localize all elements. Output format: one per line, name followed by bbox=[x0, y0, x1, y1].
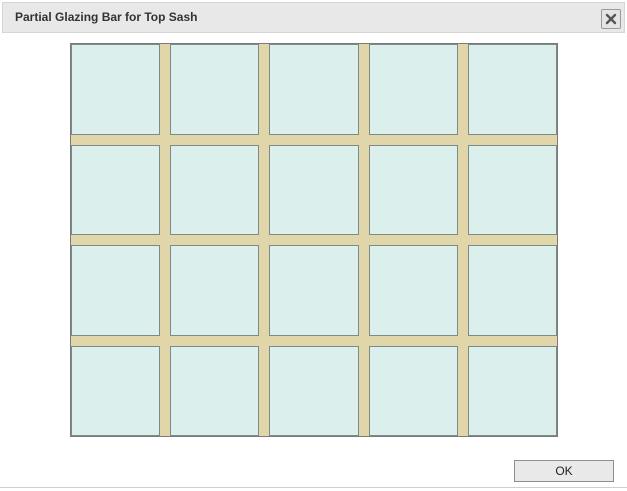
ok-button[interactable]: OK bbox=[514, 460, 614, 482]
glass-pane bbox=[269, 345, 359, 436]
glass-pane bbox=[170, 345, 260, 436]
glass-pane bbox=[368, 144, 458, 235]
glass-pane bbox=[368, 345, 458, 436]
glass-pane bbox=[467, 144, 557, 235]
glass-pane bbox=[170, 245, 260, 336]
glass-pane bbox=[269, 44, 359, 135]
glass-pane bbox=[467, 44, 557, 135]
top-sash-preview bbox=[70, 43, 558, 437]
glass-pane bbox=[467, 345, 557, 436]
glass-pane bbox=[71, 345, 161, 436]
glass-pane bbox=[170, 144, 260, 235]
glass-pane bbox=[71, 44, 161, 135]
glass-pane bbox=[368, 245, 458, 336]
dialog-title: Partial Glazing Bar for Top Sash bbox=[15, 10, 198, 24]
glass-pane bbox=[368, 44, 458, 135]
close-button[interactable] bbox=[601, 9, 621, 29]
glass-pane bbox=[71, 144, 161, 235]
glass-pane bbox=[467, 245, 557, 336]
footer-divider bbox=[0, 487, 627, 488]
glass-pane bbox=[170, 44, 260, 135]
close-icon bbox=[605, 13, 617, 25]
glass-pane bbox=[269, 245, 359, 336]
glazing-bar-dialog: Partial Glazing Bar for Top Sash OK bbox=[0, 0, 627, 491]
glass-pane bbox=[71, 245, 161, 336]
dialog-titlebar: Partial Glazing Bar for Top Sash bbox=[2, 2, 625, 33]
glass-pane bbox=[269, 144, 359, 235]
